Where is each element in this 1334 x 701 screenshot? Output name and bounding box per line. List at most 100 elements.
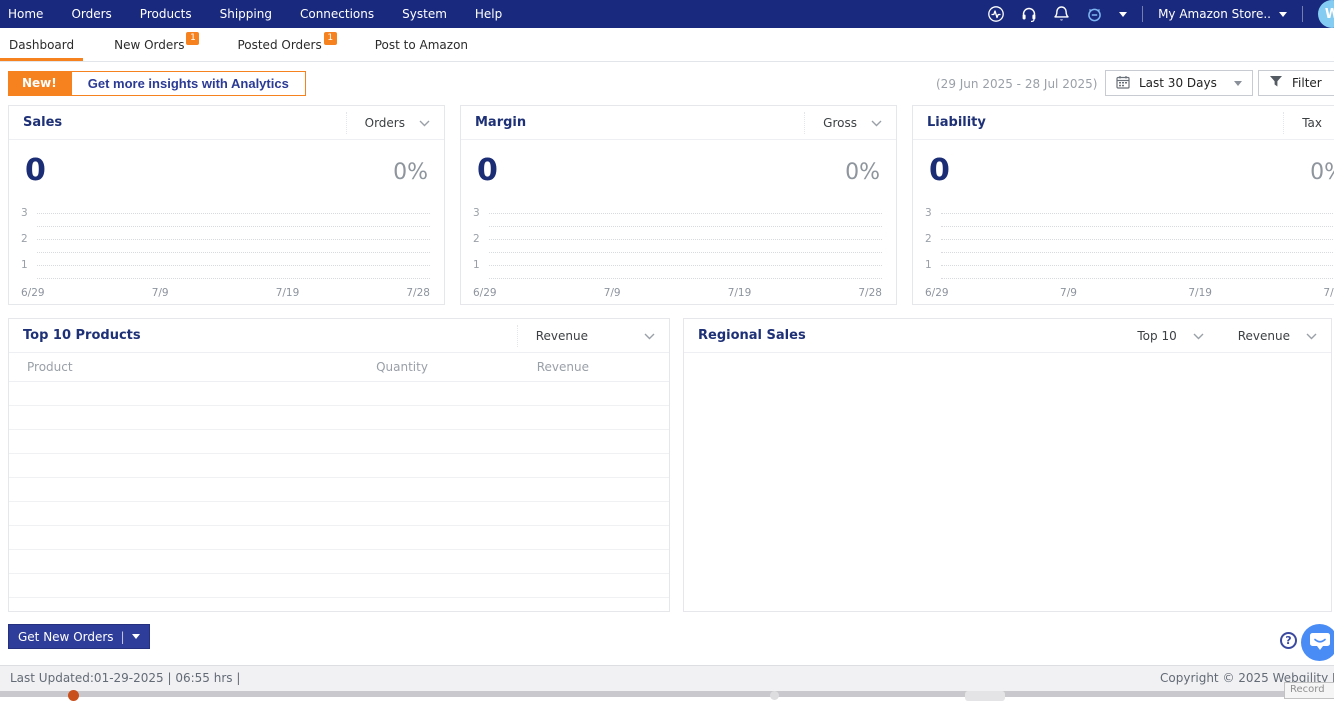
- new-orders-count-badge: 1: [186, 32, 200, 45]
- selector-label: Orders: [364, 115, 405, 130]
- x-axis-tick: 7/28: [406, 287, 430, 299]
- x-axis-tick: 7/28: [858, 287, 882, 299]
- table-row: [9, 574, 669, 598]
- nav-item-help[interactable]: Help: [461, 0, 516, 28]
- nav-item-system[interactable]: System: [388, 0, 461, 28]
- headset-icon[interactable]: [1020, 5, 1038, 23]
- top-products-metric-selector[interactable]: Revenue: [516, 324, 655, 347]
- sales-percent: 0%: [393, 160, 428, 185]
- chat-bubble-icon: [1309, 632, 1330, 653]
- x-axis-tick: 7/19: [275, 287, 300, 299]
- table-row: [9, 406, 669, 430]
- gridline: [941, 278, 1334, 279]
- column-quantity: Quantity: [376, 360, 428, 374]
- get-orders-caret-down-icon: [131, 634, 140, 639]
- liability-card-header: Liability Tax: [913, 106, 1334, 140]
- nav-item-home[interactable]: Home: [0, 0, 57, 28]
- table-row: [9, 430, 669, 454]
- table-row: [9, 454, 669, 478]
- top-products-title: Top 10 Products: [23, 328, 141, 343]
- gridline: [37, 213, 430, 214]
- period-selector-dropdown[interactable]: Last 30 Days: [1105, 70, 1253, 96]
- sales-value: 0: [25, 153, 46, 188]
- top-products-card: Top 10 Products Revenue Product Quantity…: [8, 318, 670, 612]
- nav-item-products[interactable]: Products: [126, 0, 206, 28]
- nav-item-shipping[interactable]: Shipping: [206, 0, 286, 28]
- y-axis-tick: 3: [473, 207, 480, 219]
- regional-sales-card: Regional Sales Top 10 Revenue: [683, 318, 1332, 612]
- x-axis-tick: 7/9: [603, 287, 621, 299]
- gridline: [37, 226, 430, 227]
- gridline: [37, 278, 430, 279]
- margin-percent: 0%: [845, 160, 880, 185]
- notifications-bell-icon[interactable]: [1053, 5, 1070, 23]
- margin-x-axis: 6/29 7/9 7/19 7/28: [473, 287, 882, 299]
- gridline: [489, 213, 882, 214]
- gridline: [37, 239, 430, 240]
- liability-percent: 0%: [1310, 160, 1334, 185]
- nav-item-connections[interactable]: Connections: [286, 0, 388, 28]
- regional-sales-header: Regional Sales Top 10 Revenue: [684, 319, 1331, 353]
- gridline: [37, 265, 430, 266]
- top-nav-right: My Amazon Store.. W: [987, 0, 1334, 28]
- gridline: [489, 265, 882, 266]
- tab-new-orders[interactable]: New Orders 1: [105, 28, 206, 61]
- user-avatar[interactable]: W: [1318, 0, 1334, 28]
- tab-label: Dashboard: [9, 37, 75, 52]
- main-menu: Home Orders Products Shipping Connection…: [0, 0, 516, 28]
- liability-card-title: Liability: [927, 115, 986, 130]
- chat-widget-button[interactable]: [1301, 624, 1334, 661]
- top-products-header: Top 10 Products Revenue: [9, 319, 669, 353]
- liability-metric-selector[interactable]: Tax: [1283, 111, 1334, 134]
- filter-funnel-icon: [1269, 75, 1283, 91]
- gridline: [941, 265, 1334, 266]
- nav-item-orders[interactable]: Orders: [57, 0, 125, 28]
- chevron-down-icon: [1193, 329, 1204, 343]
- gridline: [489, 278, 882, 279]
- selector-label: Revenue: [535, 328, 588, 343]
- chevron-down-icon: [644, 329, 655, 343]
- gridline: [489, 252, 882, 253]
- store-selector[interactable]: My Amazon Store..: [1158, 7, 1287, 21]
- store-selector-label: My Amazon Store..: [1158, 7, 1271, 21]
- calendar-icon: [1116, 75, 1130, 92]
- regional-sales-selectors: Top 10 Revenue: [1137, 329, 1317, 343]
- sales-metric-selector[interactable]: Orders: [345, 111, 430, 134]
- regional-top-selector[interactable]: Top 10: [1137, 329, 1204, 343]
- table-row: [9, 382, 669, 406]
- tab-post-to-amazon[interactable]: Post to Amazon: [366, 28, 477, 61]
- sub-nav-bar: Dashboard New Orders 1 Posted Orders 1 P…: [0, 28, 1334, 62]
- selector-label: Gross: [823, 115, 857, 130]
- column-revenue: Revenue: [536, 360, 589, 374]
- gridline: [941, 252, 1334, 253]
- x-axis-tick: 7/19: [1188, 287, 1212, 299]
- filter-button[interactable]: Filter: [1258, 70, 1334, 96]
- taskbar-strip: [0, 691, 1334, 697]
- table-row: [9, 526, 669, 550]
- activity-icon[interactable]: [987, 5, 1005, 23]
- help-icon[interactable]: ?: [1280, 632, 1297, 649]
- date-range-label: (29 Jun 2025 - 28 Jul 2025): [936, 77, 1098, 91]
- y-axis-tick: 2: [925, 233, 932, 245]
- regional-metric-selector[interactable]: Revenue: [1238, 329, 1317, 343]
- taskbar-app-icon[interactable]: [68, 690, 79, 701]
- y-axis-tick: 1: [473, 259, 480, 271]
- table-row: [9, 550, 669, 574]
- analytics-promo: New! Get more insights with Analytics: [8, 71, 306, 96]
- store-caret-down-icon: [1279, 11, 1287, 17]
- tab-posted-orders[interactable]: Posted Orders 1: [228, 28, 343, 61]
- taskbar-item: [965, 691, 1005, 701]
- tab-label: New Orders: [114, 37, 185, 52]
- analytics-insights-button[interactable]: Get more insights with Analytics: [70, 71, 306, 96]
- x-axis-tick: 6/29: [925, 287, 949, 299]
- alarm-caret-down-icon[interactable]: [1119, 11, 1128, 17]
- get-new-orders-button[interactable]: Get New Orders |: [8, 624, 150, 649]
- period-caret-down-icon: [1234, 80, 1242, 86]
- margin-metric-selector[interactable]: Gross: [804, 111, 882, 134]
- gridline: [489, 226, 882, 227]
- tab-dashboard[interactable]: Dashboard: [0, 28, 84, 61]
- snooze-alarm-icon[interactable]: [1085, 5, 1104, 23]
- sales-metric-card: Sales Orders 0 0% 3 2 1 6/29 7/9 7/19 7/…: [8, 105, 445, 305]
- button-divider: |: [120, 629, 125, 644]
- y-axis-tick: 3: [925, 207, 932, 219]
